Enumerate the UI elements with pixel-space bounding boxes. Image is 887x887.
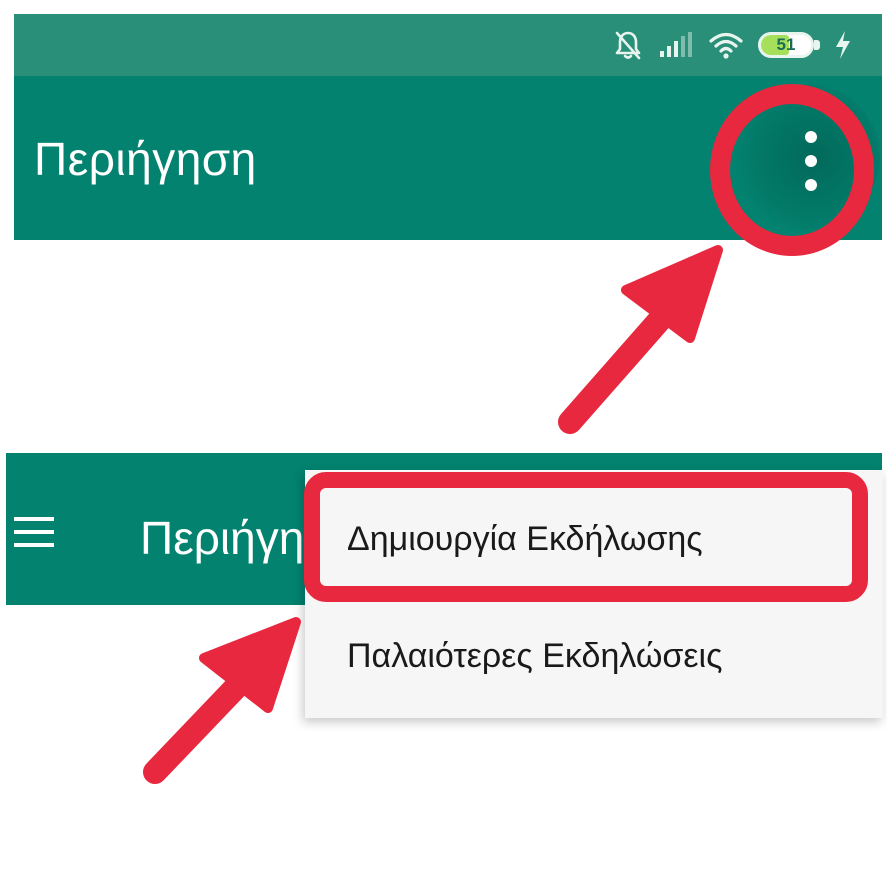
top-app-bar: Περιήγηση xyxy=(14,76,882,240)
battery-nub xyxy=(814,40,820,50)
overflow-dot xyxy=(805,155,817,167)
menu-line xyxy=(14,530,54,534)
arrow-shaft xyxy=(558,278,698,434)
signal-icon xyxy=(660,32,692,57)
battery-level: 51 xyxy=(776,35,796,54)
more-vert-icon[interactable] xyxy=(796,131,826,191)
arrow-shaft xyxy=(143,648,274,784)
menu-item-past-events[interactable]: Παλαιότερες Εκδηλώσεις xyxy=(305,594,883,718)
page-title: Περιήγηση xyxy=(34,133,257,185)
battery-icon: 51 xyxy=(758,32,820,58)
menu-item-label: Παλαιότερες Εκδηλώσεις xyxy=(347,636,723,675)
overflow-dot xyxy=(805,179,817,191)
menu-line xyxy=(14,517,54,521)
overflow-dot xyxy=(805,131,817,143)
status-bar: 51 xyxy=(14,14,882,76)
hamburger-menu-icon[interactable] xyxy=(14,517,54,547)
status-icons: 51 xyxy=(612,14,852,76)
tutorial-canvas: 51 Περιήγηση Περιήγηση Δημιουργία Εκδήλω… xyxy=(0,0,887,887)
highlight-box xyxy=(304,472,868,602)
charging-icon xyxy=(836,31,850,59)
arrow-head xyxy=(621,245,723,343)
arrow-head xyxy=(199,617,301,713)
menu-line xyxy=(14,543,54,547)
bell-muted-icon xyxy=(615,31,641,60)
wifi-icon xyxy=(709,32,743,59)
page-title: Περιήγηση xyxy=(140,512,310,564)
